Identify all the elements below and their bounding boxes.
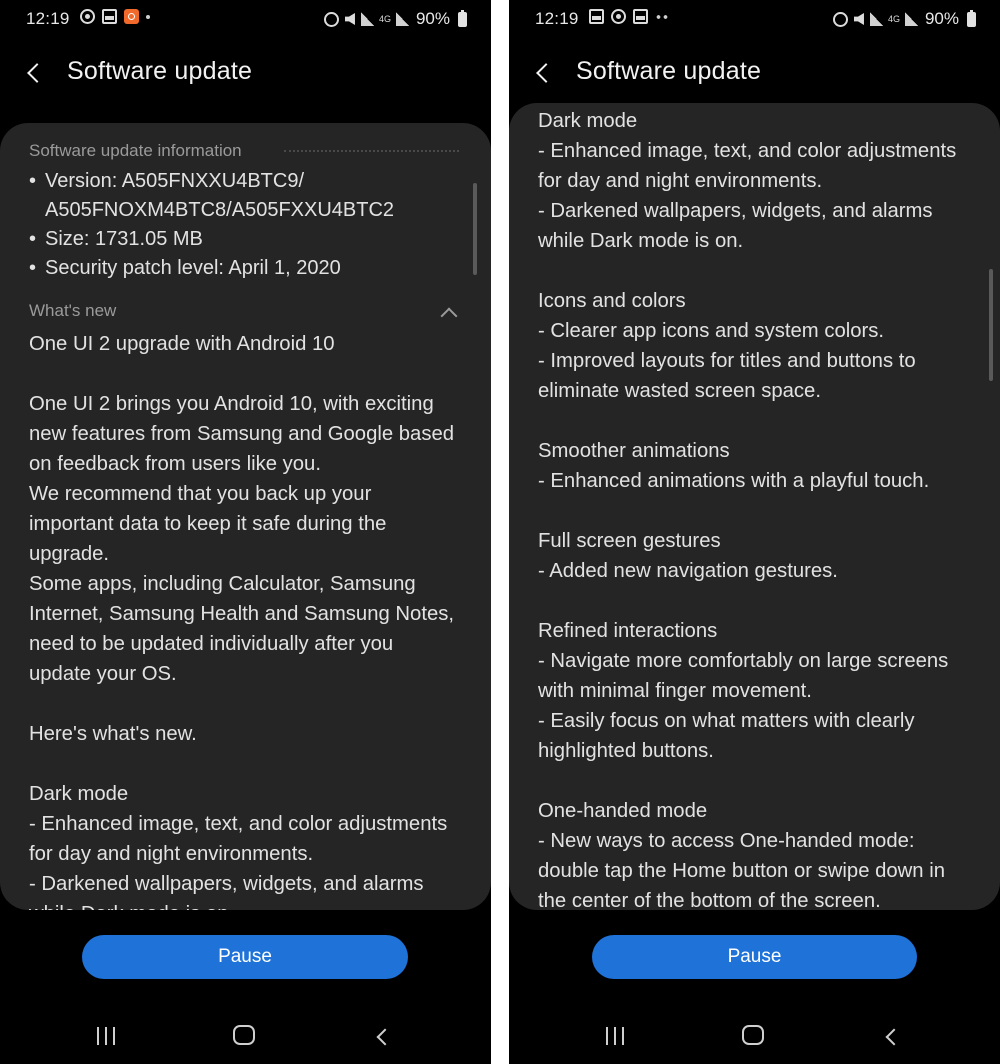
system-icons: 4G 90% — [323, 9, 467, 29]
section-divider — [284, 150, 459, 152]
scrollbar-thumb[interactable] — [473, 183, 477, 275]
pause-button[interactable]: Pause — [592, 935, 917, 979]
navigation-bar — [0, 1005, 491, 1064]
more-notifications-icon — [655, 14, 669, 19]
sync-icon — [611, 9, 626, 24]
sync-icon — [80, 9, 95, 24]
size-item: Size: 1731.05 MB — [29, 225, 394, 254]
status-time: 12:19 — [535, 9, 579, 28]
pause-button[interactable]: Pause — [82, 935, 408, 979]
phone-screen-right: 12:19 4G 90% Software update Dark mode -… — [509, 0, 1000, 1064]
update-details-card[interactable]: Dark mode - Enhanced image, text, and co… — [509, 103, 1000, 910]
signal-icon-2 — [904, 12, 918, 26]
battery-percent: 90% — [924, 9, 959, 28]
whats-new-text: Dark mode - Enhanced image, text, and co… — [538, 110, 957, 910]
app-header: Software update — [509, 50, 1000, 96]
update-details-card[interactable]: Software update information Version: A50… — [0, 123, 491, 910]
recents-icon[interactable] — [605, 1027, 627, 1045]
version-item: Version: A505FNXXU4BTC9/A505FNOXM4BTC8/A… — [29, 167, 394, 225]
update-info-list: Version: A505FNXXU4BTC9/A505FNOXM4BTC8/A… — [29, 167, 394, 283]
collapse-chevron-icon[interactable] — [441, 304, 455, 318]
info-section-header: Software update information — [29, 141, 242, 160]
whats-new-text: One UI 2 upgrade with Android 10 One UI … — [29, 333, 455, 910]
signal-icon — [360, 12, 374, 26]
network-type-icon: 4G — [887, 13, 900, 24]
back-arrow-icon[interactable] — [531, 59, 555, 87]
more-notifications-icon — [146, 14, 150, 19]
app-header: Software update — [0, 50, 491, 96]
status-time: 12:19 — [26, 9, 70, 28]
battery-icon — [967, 9, 976, 27]
nav-back-icon[interactable] — [882, 1027, 900, 1047]
nav-back-icon[interactable] — [373, 1027, 391, 1047]
notification-icons — [80, 9, 150, 24]
patch-level-item: Security patch level: April 1, 2020 — [29, 254, 394, 283]
battery-icon — [458, 9, 467, 27]
home-icon[interactable] — [233, 1025, 255, 1045]
signal-icon — [869, 12, 883, 26]
alarm-icon — [323, 11, 339, 27]
whats-new-header: What's new — [29, 301, 117, 320]
system-icons: 4G 90% — [832, 9, 976, 29]
screenshot-icon — [633, 9, 648, 24]
status-bar: 12:19 4G 90% — [0, 0, 491, 38]
mute-icon — [344, 12, 356, 26]
signal-icon-2 — [395, 12, 409, 26]
alarm-icon — [832, 11, 848, 27]
network-type-icon: 4G — [378, 13, 391, 24]
mute-icon — [853, 12, 865, 26]
gallery-icon — [589, 9, 604, 24]
navigation-bar — [509, 1005, 1000, 1064]
page-title: Software update — [576, 57, 762, 85]
home-icon[interactable] — [742, 1025, 764, 1045]
app-notification-icon — [124, 9, 139, 24]
scrollbar-thumb[interactable] — [989, 269, 993, 381]
status-bar: 12:19 4G 90% — [509, 0, 1000, 38]
phone-screen-left: 12:19 4G 90% Software update Software up… — [0, 0, 491, 1064]
page-title: Software update — [67, 57, 253, 85]
recents-icon[interactable] — [96, 1027, 118, 1045]
back-arrow-icon[interactable] — [22, 59, 46, 87]
notification-icons — [589, 9, 669, 24]
gallery-icon — [102, 9, 117, 24]
battery-percent: 90% — [415, 9, 450, 28]
